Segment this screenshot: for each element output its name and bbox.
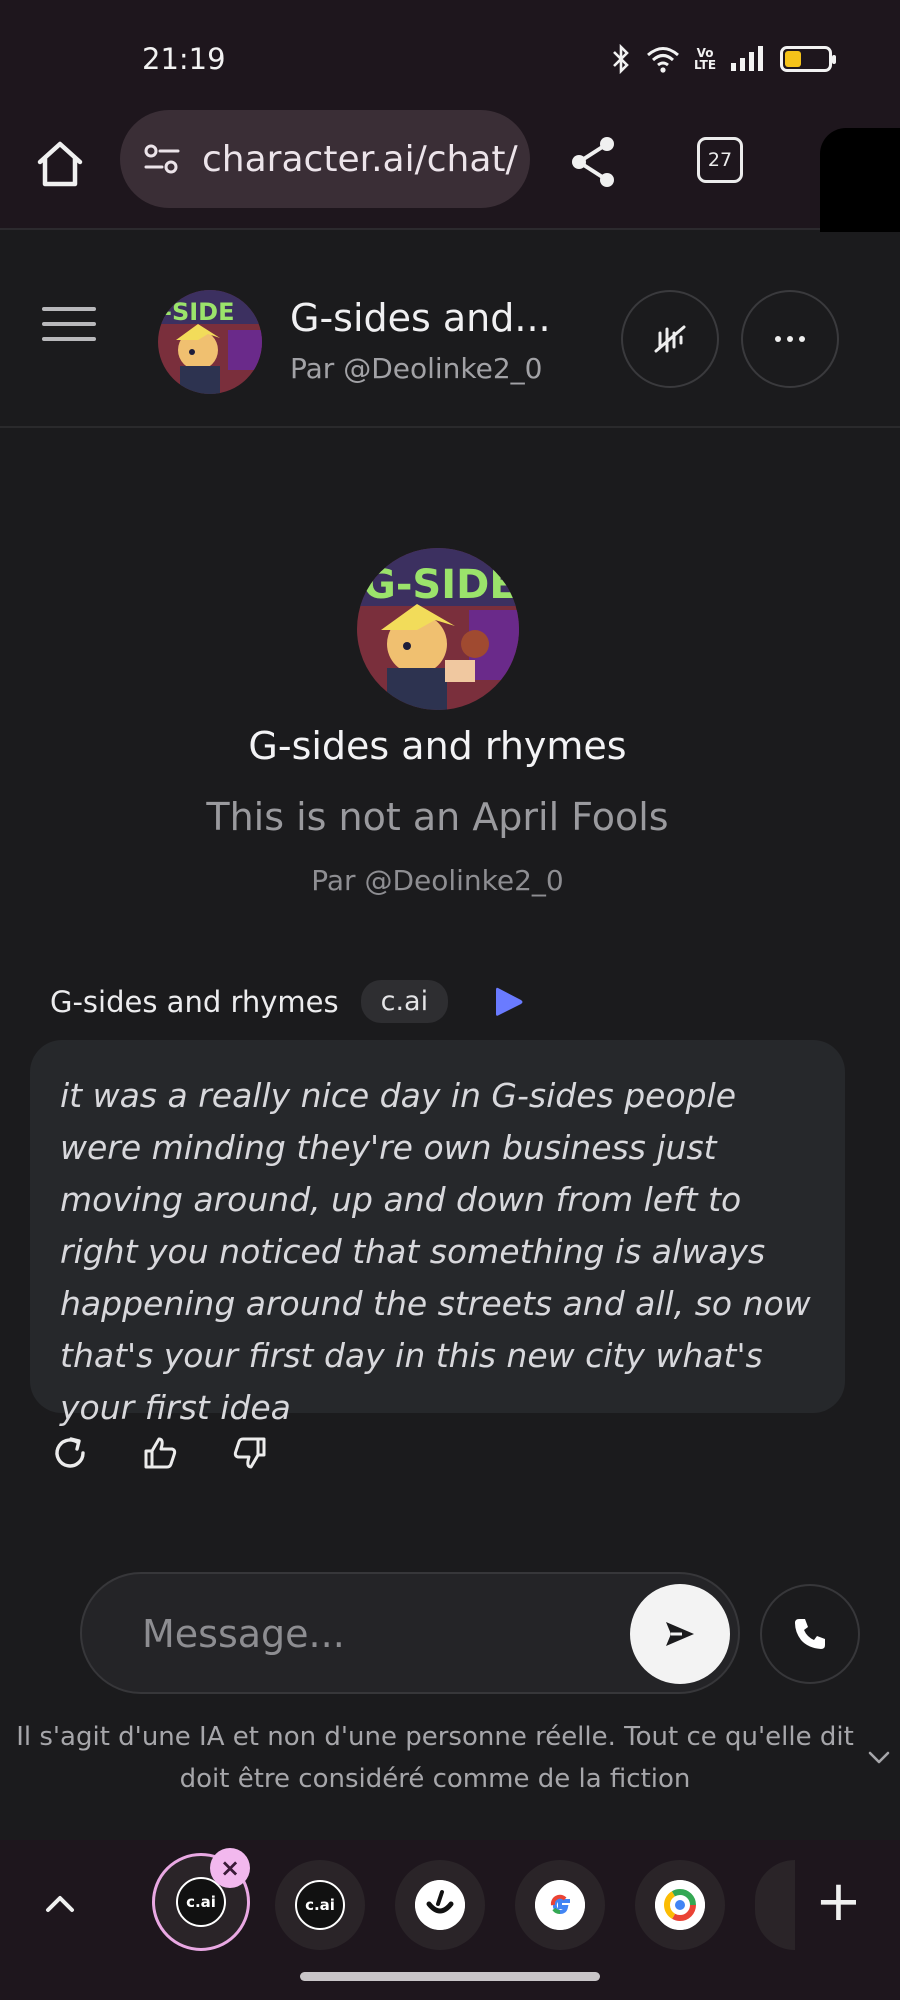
bluetooth-icon	[613, 44, 629, 74]
thumbs-up-icon[interactable]	[140, 1433, 180, 1473]
send-button[interactable]	[630, 1584, 730, 1684]
chrome-icon	[655, 1880, 705, 1930]
send-icon	[666, 1622, 694, 1646]
ai-disclaimer: Il s'agit d'une IA et non d'une personne…	[16, 1722, 854, 1794]
close-icon[interactable]: ×	[210, 1848, 250, 1888]
status-time: 21:19	[142, 42, 226, 76]
site-settings-icon[interactable]	[140, 137, 184, 181]
message-text: it was a really nice day in G-sides peop…	[60, 1076, 811, 1427]
menu-icon[interactable]	[42, 307, 96, 351]
status-icons: Vo LTE	[610, 44, 836, 74]
battery-icon	[780, 46, 836, 72]
message-header: G-sides and rhymes c.ai	[50, 980, 524, 1023]
url-text: character.ai/chat/	[202, 138, 518, 180]
message-author: G-sides and rhymes	[50, 984, 339, 1019]
add-icon[interactable]: +	[815, 1874, 862, 1930]
status-bar: 21:19 Vo LTE	[0, 0, 900, 110]
avatar-logo-text: G-SIDE	[363, 562, 517, 608]
url-bar[interactable]: character.ai/chat/	[120, 110, 530, 208]
wifi-icon	[647, 47, 679, 73]
message-actions	[50, 1433, 270, 1473]
share-icon[interactable]	[565, 132, 625, 192]
app-switcher-bar: c.ai × c.ai +	[0, 1840, 900, 2000]
message-bubble: it was a really nice day in G-sides peop…	[30, 1040, 845, 1427]
cai-icon: c.ai	[295, 1880, 345, 1930]
voice-toggle-button[interactable]	[621, 290, 719, 388]
chevron-up-icon[interactable]	[42, 1886, 78, 1922]
home-icon[interactable]	[30, 134, 90, 194]
intro-tagline: This is not an April Fools	[206, 795, 669, 839]
smile-app-icon	[415, 1880, 465, 1930]
character-avatar-large: G-SIDE	[357, 548, 519, 710]
character-avatar[interactable]: -SIDE	[158, 290, 262, 394]
more-options-button[interactable]	[741, 290, 839, 388]
switcher-app-partial[interactable]	[755, 1860, 795, 1950]
play-icon[interactable]	[494, 985, 524, 1019]
intro-character-name: G-sides and rhymes	[248, 724, 627, 768]
svg-text:-SIDE: -SIDE	[162, 298, 235, 326]
more-icon	[775, 336, 805, 342]
switcher-app-smile[interactable]	[395, 1860, 485, 1950]
header-character-name: G-sides and...	[290, 296, 551, 340]
google-icon	[535, 1880, 585, 1930]
regenerate-icon[interactable]	[50, 1433, 90, 1473]
call-button[interactable]	[760, 1584, 860, 1684]
browser-toolbar: character.ai/chat/ 27	[0, 110, 900, 230]
signal-icon	[731, 46, 763, 71]
home-indicator[interactable]	[300, 1972, 600, 1981]
chevron-down-icon[interactable]	[866, 1744, 892, 1770]
switcher-app-google[interactable]	[515, 1860, 605, 1950]
switcher-app-cai[interactable]: c.ai	[275, 1860, 365, 1950]
switcher-app-chrome[interactable]	[635, 1860, 725, 1950]
tabs-count-button[interactable]: 27	[697, 137, 743, 183]
volte-label: Vo LTE	[694, 46, 717, 72]
message-composer	[80, 1572, 740, 1694]
chat-header: -SIDE G-sides and... Par @Deolinke2_0	[0, 232, 900, 428]
message-input[interactable]	[142, 1604, 582, 1664]
intro-creator[interactable]: Par @Deolinke2_0	[0, 864, 875, 897]
cai-badge: c.ai	[360, 980, 449, 1023]
phone-icon	[795, 1619, 825, 1649]
thumbs-down-icon[interactable]	[230, 1433, 270, 1473]
voice-off-icon	[654, 325, 686, 353]
header-creator[interactable]: Par @Deolinke2_0	[290, 352, 543, 385]
